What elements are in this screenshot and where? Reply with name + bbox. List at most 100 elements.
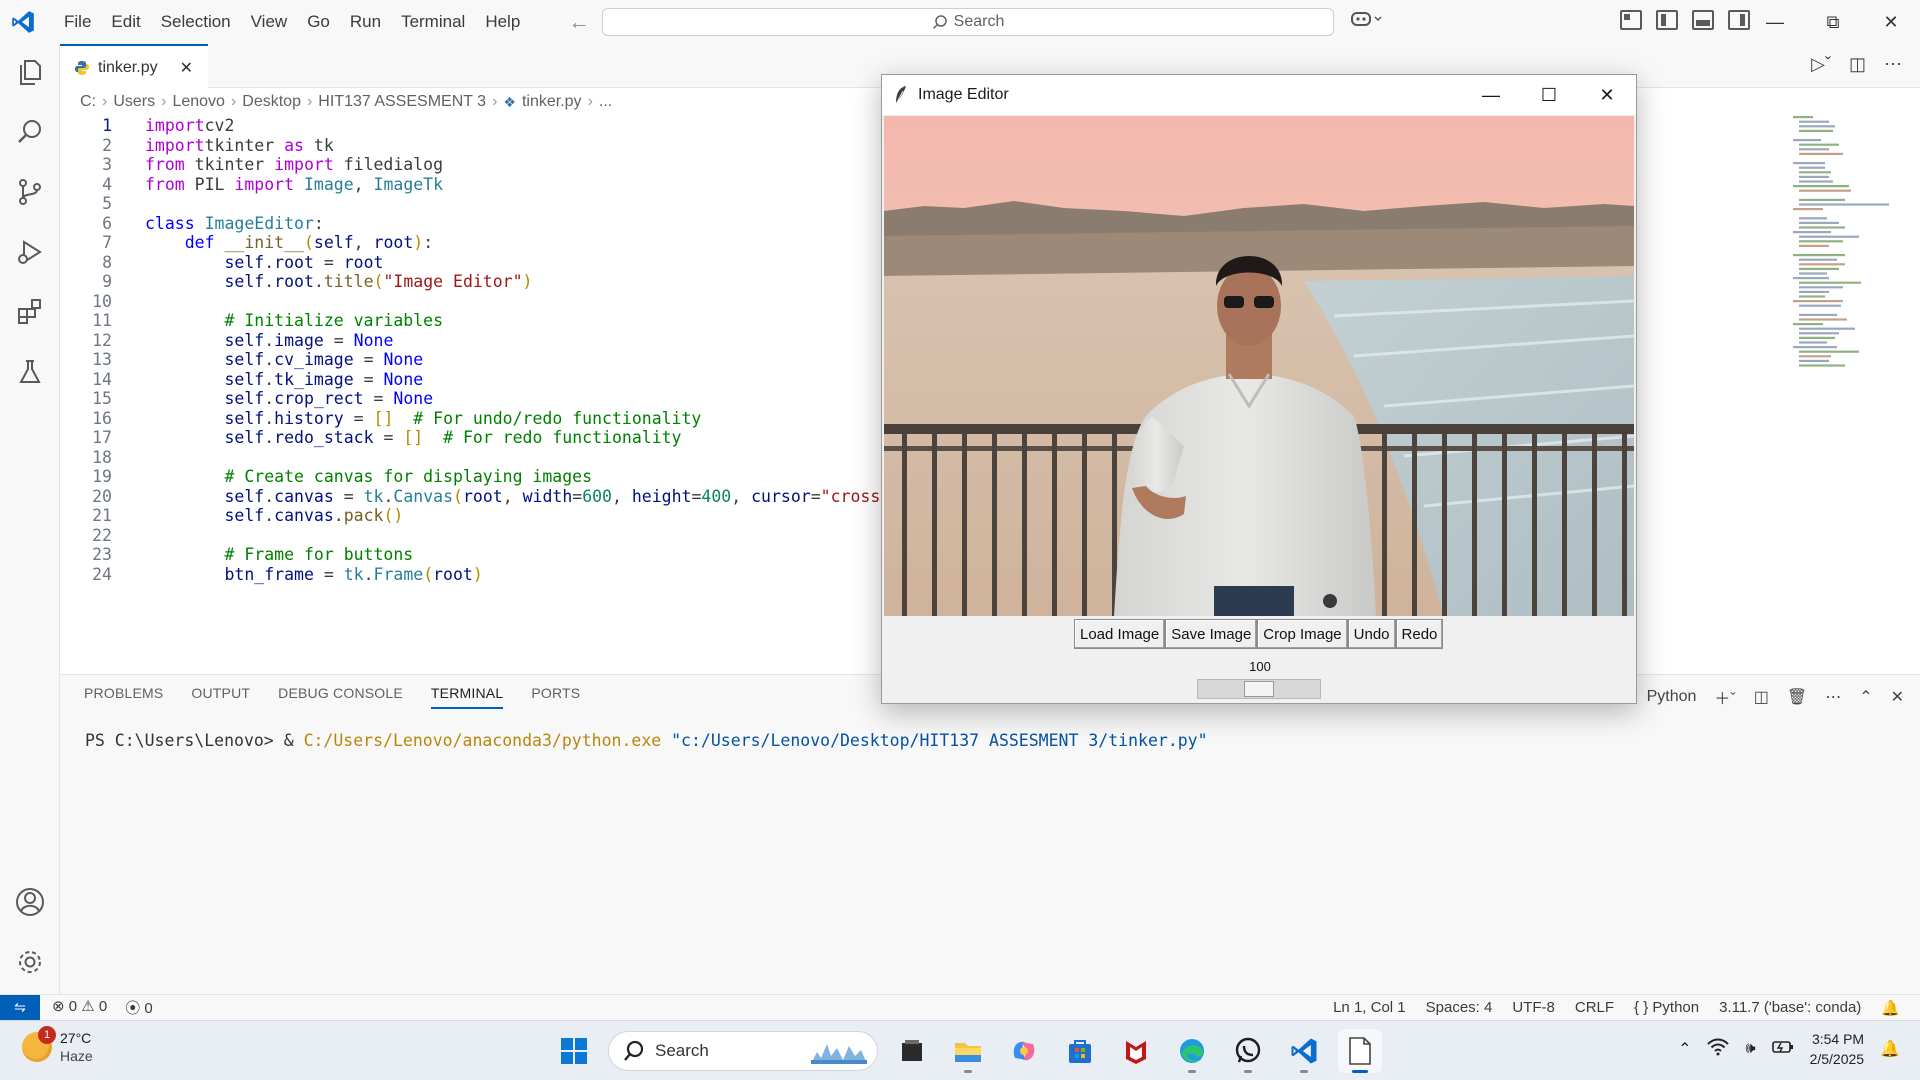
windows-start-icon[interactable] (552, 1029, 596, 1073)
tab-terminal[interactable]: TERMINAL (430, 685, 504, 709)
copilot-app-icon[interactable] (1002, 1029, 1046, 1073)
battery-icon[interactable] (1771, 1039, 1794, 1060)
mcafee-icon[interactable] (1114, 1029, 1158, 1073)
split-terminal-icon[interactable]: ◫ (1754, 687, 1769, 707)
tab-output[interactable]: OUTPUT (191, 685, 250, 709)
terminal-shell-label[interactable]: Python (1647, 688, 1697, 706)
file-explorer-icon[interactable] (946, 1029, 990, 1073)
new-terminal-icon[interactable]: ＋ˇ (1714, 685, 1735, 709)
tab-close-icon[interactable]: ✕ (180, 58, 193, 78)
accounts-icon[interactable] (12, 884, 48, 920)
more-actions-icon[interactable]: ⋯ (1884, 54, 1902, 75)
python-tk-window-icon[interactable] (1338, 1029, 1382, 1073)
extensions-icon[interactable] (12, 294, 48, 330)
microsoft-store-icon[interactable] (1058, 1029, 1102, 1073)
tab-ports[interactable]: PORTS (531, 685, 580, 709)
copilot-button[interactable] (1350, 9, 1384, 35)
taskbar-search[interactable]: Search (608, 1031, 878, 1071)
run-python-file-icon[interactable]: ▷ˇ (1811, 54, 1831, 75)
scale-slider[interactable] (1197, 679, 1321, 699)
show-hidden-icons-icon[interactable]: ⌃ (1678, 1039, 1691, 1059)
weather-widget[interactable]: 1 27°C Haze (22, 1026, 93, 1065)
clock[interactable]: 3:54 PM 2/5/2025 (1810, 1029, 1865, 1069)
volume-icon[interactable]: 🕪 (1745, 1040, 1755, 1058)
toggle-primary-sidebar-icon[interactable] (1656, 10, 1678, 30)
language-mode[interactable]: { } Python (1634, 999, 1699, 1017)
menu-go[interactable]: Go (297, 0, 340, 44)
indentation[interactable]: Spaces: 4 (1426, 999, 1493, 1017)
vscode-taskbar-icon[interactable] (1282, 1029, 1326, 1073)
toggle-panel-icon[interactable] (1692, 10, 1714, 30)
breadcrumb-item[interactable]: ... (599, 93, 612, 111)
end-of-line[interactable]: CRLF (1575, 999, 1614, 1017)
task-view-icon[interactable] (890, 1029, 934, 1073)
explorer-icon[interactable] (12, 54, 48, 90)
minimize-icon[interactable]: — (1462, 75, 1520, 115)
wifi-icon[interactable] (1707, 1038, 1730, 1061)
kill-terminal-icon[interactable]: 🗑 (1787, 687, 1807, 707)
crop-image-button[interactable]: Crop Image (1257, 619, 1348, 649)
close-icon[interactable]: ✕ (1862, 0, 1920, 44)
maximize-panel-icon[interactable]: ⌃ (1859, 687, 1872, 707)
settings-icon[interactable] (12, 944, 48, 980)
menu-view[interactable]: View (241, 0, 298, 44)
railing-bar (932, 434, 937, 616)
python-interpreter[interactable]: 3.11.7 ('base': conda) (1719, 999, 1861, 1017)
code-token: cv_image (274, 350, 354, 369)
customize-layout-icon[interactable] (1620, 10, 1642, 30)
terminal-output[interactable]: PS C:\Users\Lenovo> & C:/Users/Lenovo/an… (85, 731, 1208, 750)
image-editor-window[interactable]: Image Editor — ☐ ✕ Load Image Save Image… (881, 74, 1637, 704)
tab-problems[interactable]: PROBLEMS (84, 685, 163, 709)
back-arrow-icon[interactable]: ← (568, 9, 590, 35)
search-icon[interactable] (12, 114, 48, 150)
menu-edit[interactable]: Edit (101, 0, 150, 44)
breadcrumb-item[interactable]: Lenovo (172, 93, 225, 111)
image-editor-title-bar[interactable]: Image Editor — ☐ ✕ (882, 75, 1636, 115)
problems-status[interactable]: ⊗ 0 ⚠ 0 (52, 997, 107, 1018)
code-token: root (274, 252, 314, 272)
redo-button[interactable]: Redo (1395, 619, 1444, 649)
cursor-position[interactable]: Ln 1, Col 1 (1333, 999, 1406, 1017)
save-image-button[interactable]: Save Image (1165, 619, 1258, 649)
minimap[interactable] (1785, 114, 1905, 394)
ports-status[interactable]: ⦿ 0 (125, 997, 153, 1018)
breadcrumb-item[interactable]: HIT137 ASSESMENT 3 (318, 93, 486, 111)
menu-file[interactable]: File (54, 0, 101, 44)
menu-selection[interactable]: Selection (151, 0, 241, 44)
breadcrumb-item[interactable]: Desktop (242, 93, 301, 111)
notifications-bell-icon[interactable]: 🔔 (1881, 999, 1900, 1017)
close-panel-icon[interactable]: ✕ (1891, 687, 1904, 707)
notification-center-icon[interactable]: 🔔 (1880, 1039, 1900, 1059)
breadcrumb-item[interactable]: C: (80, 93, 96, 111)
menu-help[interactable]: Help (475, 0, 530, 44)
scale-slider-thumb[interactable] (1244, 681, 1274, 697)
code-token: history (274, 408, 344, 428)
vscode-logo[interactable] (10, 9, 36, 35)
feather-icon (895, 86, 906, 105)
restore-icon[interactable]: ⧉ (1804, 0, 1862, 44)
whatsapp-icon[interactable] (1226, 1029, 1270, 1073)
run-debug-icon[interactable] (12, 234, 48, 270)
tab-tinker-py[interactable]: tinker.py ✕ (60, 44, 208, 89)
tab-debug-console[interactable]: DEBUG CONSOLE (278, 685, 403, 709)
remote-indicator-icon[interactable]: ⇋ (0, 994, 40, 1021)
split-editor-icon[interactable]: ◫ (1849, 54, 1866, 75)
command-center-search[interactable]: Search (602, 8, 1334, 36)
undo-button[interactable]: Undo (1347, 619, 1396, 649)
maximize-icon[interactable]: ☐ (1520, 75, 1578, 115)
minimize-icon[interactable]: — (1746, 0, 1804, 44)
menu-run[interactable]: Run (340, 0, 391, 44)
encoding[interactable]: UTF-8 (1512, 999, 1555, 1017)
testing-icon[interactable] (12, 354, 48, 390)
code-token: root (343, 252, 384, 272)
image-canvas[interactable] (884, 116, 1634, 616)
load-image-button[interactable]: Load Image (1074, 619, 1166, 649)
warning-count: 0 (98, 998, 108, 1015)
edge-icon[interactable] (1170, 1029, 1214, 1073)
close-icon[interactable]: ✕ (1578, 75, 1636, 115)
breadcrumb-item[interactable]: tinker.py (522, 93, 582, 111)
menu-terminal[interactable]: Terminal (391, 0, 475, 44)
source-control-icon[interactable] (12, 174, 48, 210)
breadcrumb-item[interactable]: Users (113, 93, 155, 111)
more-actions-icon[interactable]: ⋯ (1825, 687, 1841, 707)
